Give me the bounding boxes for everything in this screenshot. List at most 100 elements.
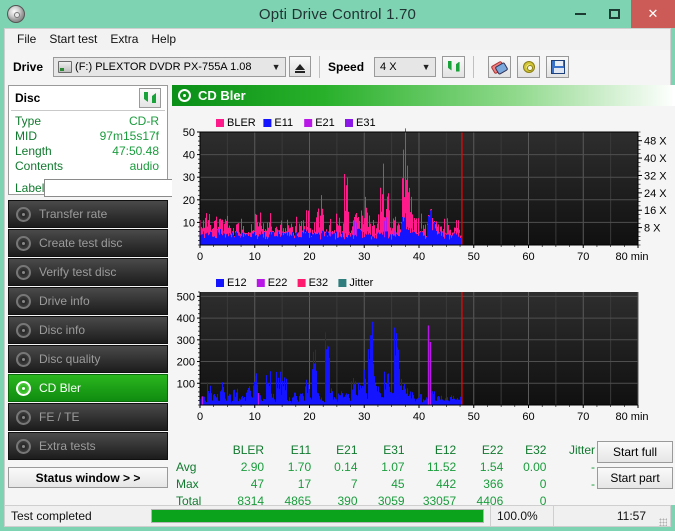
eraser-icon: [492, 60, 507, 73]
sidebar-item-cd-bler[interactable]: CD Bler: [8, 374, 168, 402]
tick-label-x: 30: [358, 411, 370, 423]
sidebar-item-disc-quality[interactable]: Disc quality: [8, 345, 168, 373]
cd-bler-charts: BLER E11 E21 E3110203040500 10 20 30 40 50 60 70 80…: [177, 117, 668, 423]
status-window-button[interactable]: Status window > >: [8, 467, 168, 488]
sidebar-item-label: Drive info: [39, 294, 90, 308]
disc-icon: [16, 409, 31, 425]
refresh-button[interactable]: [442, 55, 466, 78]
table-cell: 390: [337, 494, 358, 508]
disc-icon: [16, 438, 31, 454]
sidebar-item-drive-info[interactable]: Drive info: [8, 287, 168, 315]
sidebar: Disc Type CD-R MID 97m15s17f Length 47:5…: [8, 85, 249, 505]
resize-grip[interactable]: [656, 504, 670, 529]
save-button[interactable]: [546, 55, 570, 78]
column-header: E21: [336, 443, 358, 457]
disc-label-row: Label: [15, 178, 249, 198]
column-header: E22: [481, 443, 504, 457]
disc-refresh-button[interactable]: [139, 88, 161, 108]
tick-label-x: 60: [522, 411, 534, 423]
column-header: BLER: [232, 443, 265, 457]
panel-title: CD Bler: [198, 88, 246, 103]
disc-value-type: CD-R: [129, 114, 159, 128]
table-cell: 4406: [476, 494, 504, 508]
row-label: Total: [176, 494, 202, 508]
disc-key-length: Length: [15, 144, 52, 158]
legend-label: Jitter: [349, 277, 373, 289]
tick-label-x: 20: [303, 411, 315, 423]
tick-label-x: 0: [197, 411, 203, 423]
tick-label-y: 10: [183, 217, 195, 229]
table-cell: 7: [350, 477, 358, 491]
legend-swatch: [338, 279, 347, 287]
start-part-button[interactable]: Start part: [597, 467, 673, 489]
tick-label-y: 200: [177, 357, 195, 369]
legend-label: BLER: [227, 117, 256, 129]
tick-label-y: 40: [183, 150, 195, 162]
table-cell: -: [591, 460, 595, 474]
panel-header: CD Bler: [172, 85, 675, 106]
tick-label-x: 10: [249, 411, 261, 423]
sidebar-item-label: FE / TE: [39, 410, 80, 424]
sidebar-item-create-test-disc[interactable]: Create test disc: [8, 229, 168, 257]
drive-select[interactable]: (F:) PLEXTOR DVDR PX-755A 1.08 ▼: [53, 56, 287, 77]
tick-label-y: 400: [177, 313, 195, 325]
sidebar-item-disc-info[interactable]: Disc info: [8, 316, 168, 344]
sidebar-item-label: Verify test disc: [39, 265, 117, 279]
sidebar-item-label: Create test disc: [39, 236, 123, 250]
start-full-button[interactable]: Start full: [597, 441, 673, 463]
disc-row-mid: MID 97m15s17f: [15, 129, 161, 144]
eject-button[interactable]: [289, 56, 312, 77]
chart-bler: BLER E11 E21 E31 10 20 30 40 50 0 10 20 30 40 50 60 70 80…: [183, 117, 668, 263]
disc-icon: [16, 206, 31, 222]
chart-burst: E12 E22 E32 Jitter 100 200 300 400 500 0 10 20 30 40 5…: [177, 277, 649, 423]
tick-label-x: 60: [522, 251, 534, 263]
tick-label-y2: 40 X: [644, 153, 667, 165]
tick-label-x: 10: [249, 251, 261, 263]
menu-item-help[interactable]: Help: [147, 30, 185, 49]
sidebar-item-fe-te[interactable]: FE / TE: [8, 403, 168, 431]
table-cell: -: [591, 477, 595, 491]
sidebar-item-transfer-rate[interactable]: Transfer rate: [8, 200, 168, 228]
sidebar-item-extra-tests[interactable]: Extra tests: [8, 432, 168, 460]
sidebar-item-label: Extra tests: [39, 439, 96, 453]
progress-bar: [151, 509, 484, 523]
table-cell: 366: [483, 477, 504, 491]
disc-row-contents: Contents audio: [15, 159, 161, 174]
legend-label: E12: [227, 277, 247, 289]
table-row: Total 8314 4865 390 3059 33057 4406 0: [174, 494, 595, 509]
menu-item-extra[interactable]: Extra: [106, 30, 147, 49]
disc-panel-header: Disc: [15, 88, 161, 108]
test-buttons: Start full Start part: [597, 441, 675, 503]
speed-select[interactable]: 4 X ▼: [374, 56, 437, 77]
sidebar-item-label: Disc info: [39, 323, 86, 337]
chevron-down-icon: ▼: [421, 61, 431, 72]
table-cell: 0: [539, 477, 547, 491]
tick-label-y: 500: [177, 291, 195, 303]
disc-label-caption: Label: [15, 181, 45, 195]
legend-label: E11: [274, 117, 293, 129]
table-cell: 17: [297, 477, 312, 491]
toolbar-divider-1: [319, 55, 321, 78]
table-cell: 3059: [377, 494, 405, 508]
menu-item-file[interactable]: File: [13, 30, 45, 49]
legend-swatch: [345, 119, 353, 127]
sidebar-item-verify-test-disc[interactable]: Verify test disc: [8, 258, 168, 286]
settings-button[interactable]: [517, 55, 541, 78]
tick-label-x: 50: [468, 411, 480, 423]
table-cell: 442: [436, 477, 457, 491]
disc-divider: [11, 110, 165, 111]
tick-label-x: 20: [303, 251, 315, 263]
menu-item-start-test[interactable]: Start test: [45, 30, 106, 49]
progress-fill: [152, 510, 483, 522]
tick-label-x: 40: [413, 411, 425, 423]
erase-button[interactable]: [488, 55, 512, 78]
tick-label-y: 300: [177, 335, 195, 347]
disc-value-contents: audio: [129, 159, 159, 173]
tick-label-y: 20: [183, 195, 195, 207]
gear-icon: [522, 60, 536, 74]
legend-swatch: [304, 119, 313, 127]
disc-row-type: Type CD-R: [15, 114, 161, 129]
refresh-icon: [143, 91, 157, 105]
statistics-area: BLER E11 E21 E31 E12 E22 E32 Jitter Avg 2.90 1.70 0…: [172, 441, 675, 508]
tick-label-y2: 16 X: [644, 205, 667, 217]
